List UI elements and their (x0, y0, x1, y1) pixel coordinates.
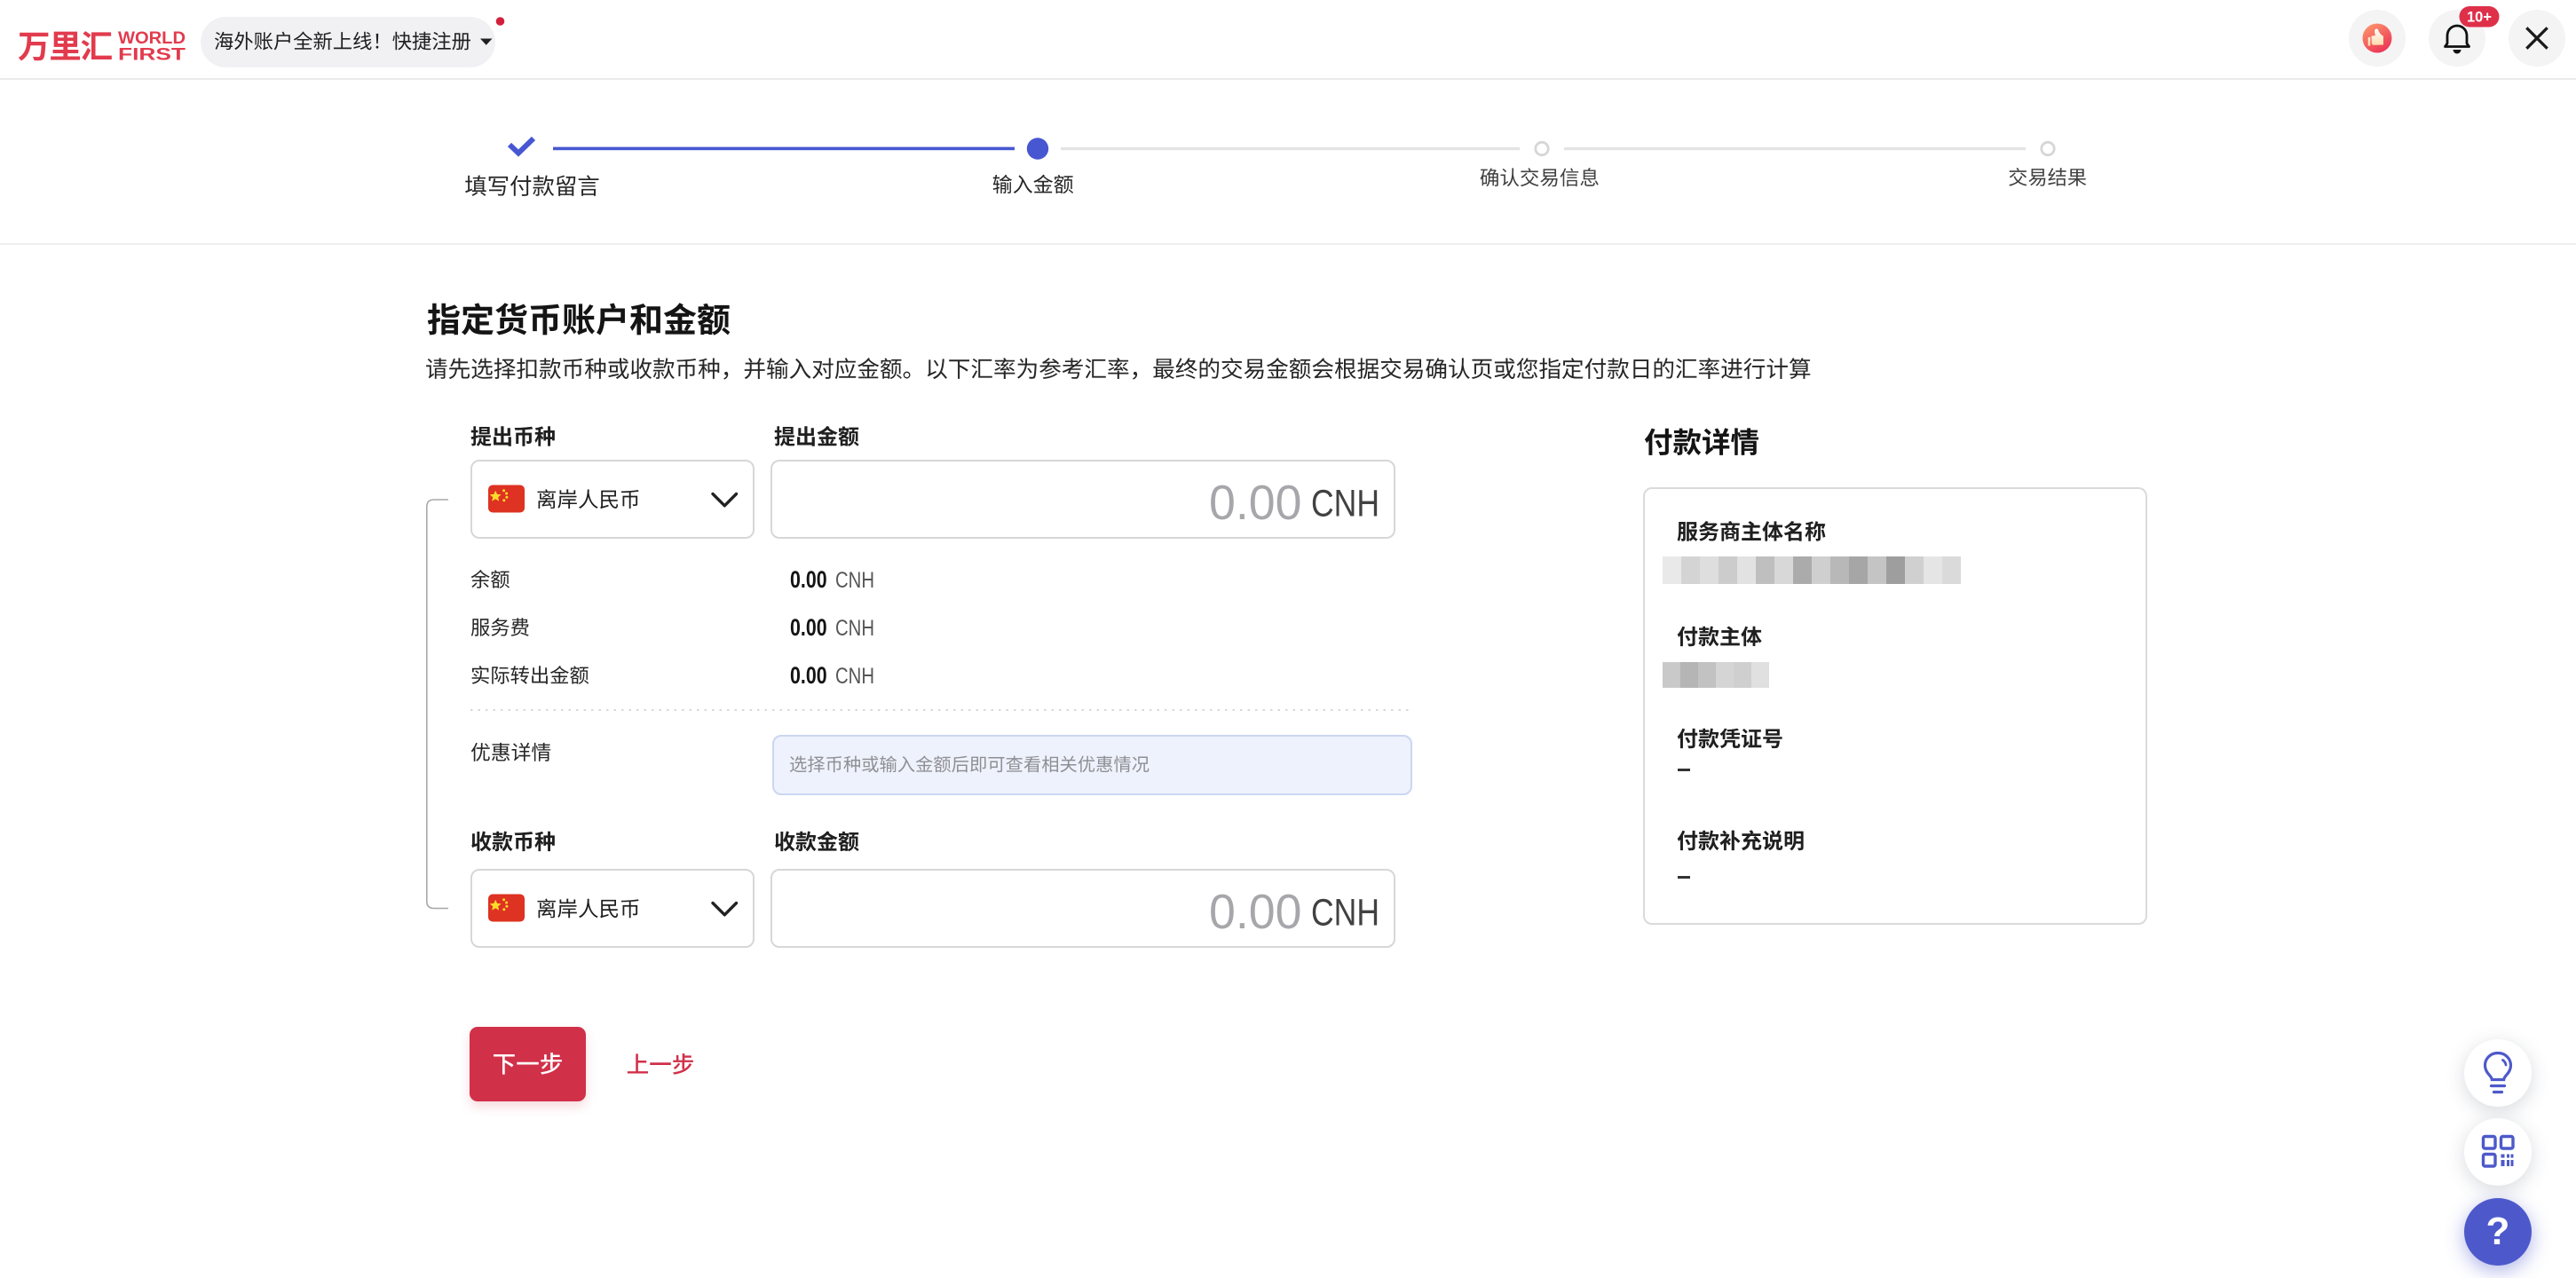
svg-text:CNH: CNH (835, 664, 874, 689)
svg-text:0.00: 0.00 (1209, 884, 1302, 939)
svg-text:CNH: CNH (1311, 483, 1379, 525)
svg-text:0.00: 0.00 (790, 662, 827, 689)
svg-text:CNH: CNH (835, 568, 874, 593)
svg-text:CNH: CNH (835, 616, 874, 641)
svg-text:0.00: 0.00 (790, 566, 827, 593)
svg-text:CNH: CNH (1311, 892, 1379, 935)
svg-text:10+: 10+ (2467, 10, 2492, 26)
svg-text:0.00: 0.00 (790, 614, 827, 641)
svg-text:0.00: 0.00 (1209, 475, 1302, 530)
svg-text:?: ? (2486, 1210, 2510, 1253)
